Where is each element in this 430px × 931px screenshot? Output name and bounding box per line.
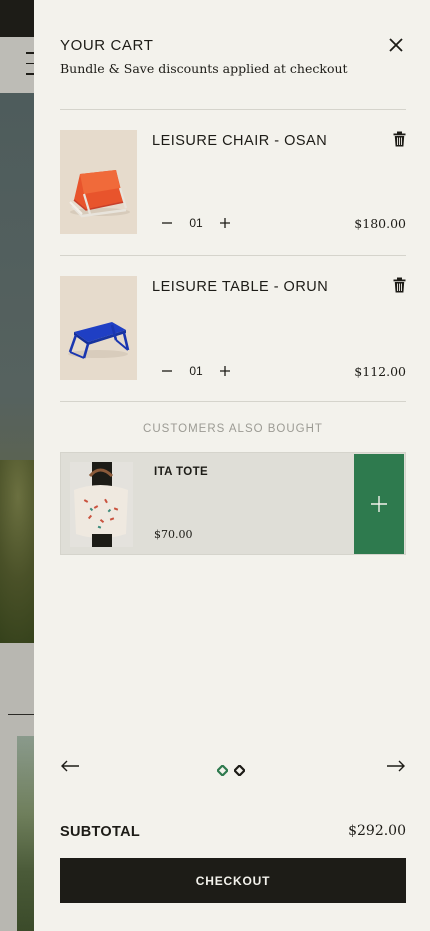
plus-icon xyxy=(220,218,230,228)
decrease-quantity-button[interactable] xyxy=(160,216,174,230)
quantity-value: 01 xyxy=(189,364,203,378)
increase-quantity-button[interactable] xyxy=(218,364,232,378)
close-icon xyxy=(389,38,403,52)
add-to-cart-button[interactable] xyxy=(354,454,404,554)
quantity-stepper: 01 xyxy=(160,364,232,378)
divider xyxy=(60,255,406,256)
subtotal-label: SUBTOTAL xyxy=(60,824,140,840)
carousel-dot-1[interactable] xyxy=(215,761,230,778)
carousel-dot-2[interactable] xyxy=(232,761,247,778)
decrease-quantity-button[interactable] xyxy=(160,364,174,378)
quantity-value: 01 xyxy=(189,216,203,230)
product-name[interactable]: LEISURE TABLE - ORUN xyxy=(152,279,328,295)
orange-chair-icon xyxy=(60,130,137,234)
product-image-table[interactable] xyxy=(60,276,137,380)
product-image-tote[interactable] xyxy=(70,462,133,547)
plus-icon xyxy=(371,496,387,512)
subtotal-value: $292.00 xyxy=(348,823,406,839)
upsell-product-card: ITA TOTE $70.00 xyxy=(60,452,406,555)
upsell-product-price: $70.00 xyxy=(154,528,193,541)
minus-icon xyxy=(162,370,172,372)
checkout-button[interactable]: CHECKOUT xyxy=(60,858,406,903)
item-price: $180.00 xyxy=(354,216,406,231)
upsell-product-name[interactable]: ITA TOTE xyxy=(154,466,208,478)
divider xyxy=(60,109,406,110)
arrow-left-icon xyxy=(61,760,79,772)
trash-icon xyxy=(393,131,406,147)
minus-icon xyxy=(162,222,172,224)
item-price: $112.00 xyxy=(354,364,406,379)
carousel-prev-button[interactable] xyxy=(60,758,80,774)
cart-item: LEISURE TABLE - ORUN 01 $112.00 xyxy=(60,276,406,382)
plus-icon xyxy=(220,366,230,376)
quantity-stepper: 01 xyxy=(160,216,232,230)
product-image-chair[interactable] xyxy=(60,130,137,234)
dot-active-icon xyxy=(215,763,230,778)
product-name[interactable]: LEISURE CHAIR - OSAN xyxy=(152,133,327,149)
trash-icon xyxy=(393,277,406,293)
cart-drawer: YOUR CART Bundle & Save discounts applie… xyxy=(34,0,430,931)
cart-item: LEISURE CHAIR - OSAN 01 $180.00 xyxy=(60,130,406,236)
also-bought-title: CUSTOMERS ALSO BOUGHT xyxy=(143,423,323,435)
remove-item-button[interactable] xyxy=(393,131,406,147)
blue-table-icon xyxy=(60,276,137,380)
divider xyxy=(60,401,406,402)
tote-bag-icon xyxy=(70,462,133,547)
increase-quantity-button[interactable] xyxy=(218,216,232,230)
checkout-label: CHECKOUT xyxy=(195,873,271,888)
arrow-right-icon xyxy=(387,760,405,772)
cart-title: YOUR CART xyxy=(60,37,154,54)
remove-item-button[interactable] xyxy=(393,277,406,293)
dot-icon xyxy=(232,763,247,778)
carousel-next-button[interactable] xyxy=(386,758,406,774)
carousel-pagination xyxy=(215,761,247,778)
close-cart-button[interactable] xyxy=(387,36,405,54)
cart-subtitle: Bundle & Save discounts applied at check… xyxy=(60,61,348,76)
